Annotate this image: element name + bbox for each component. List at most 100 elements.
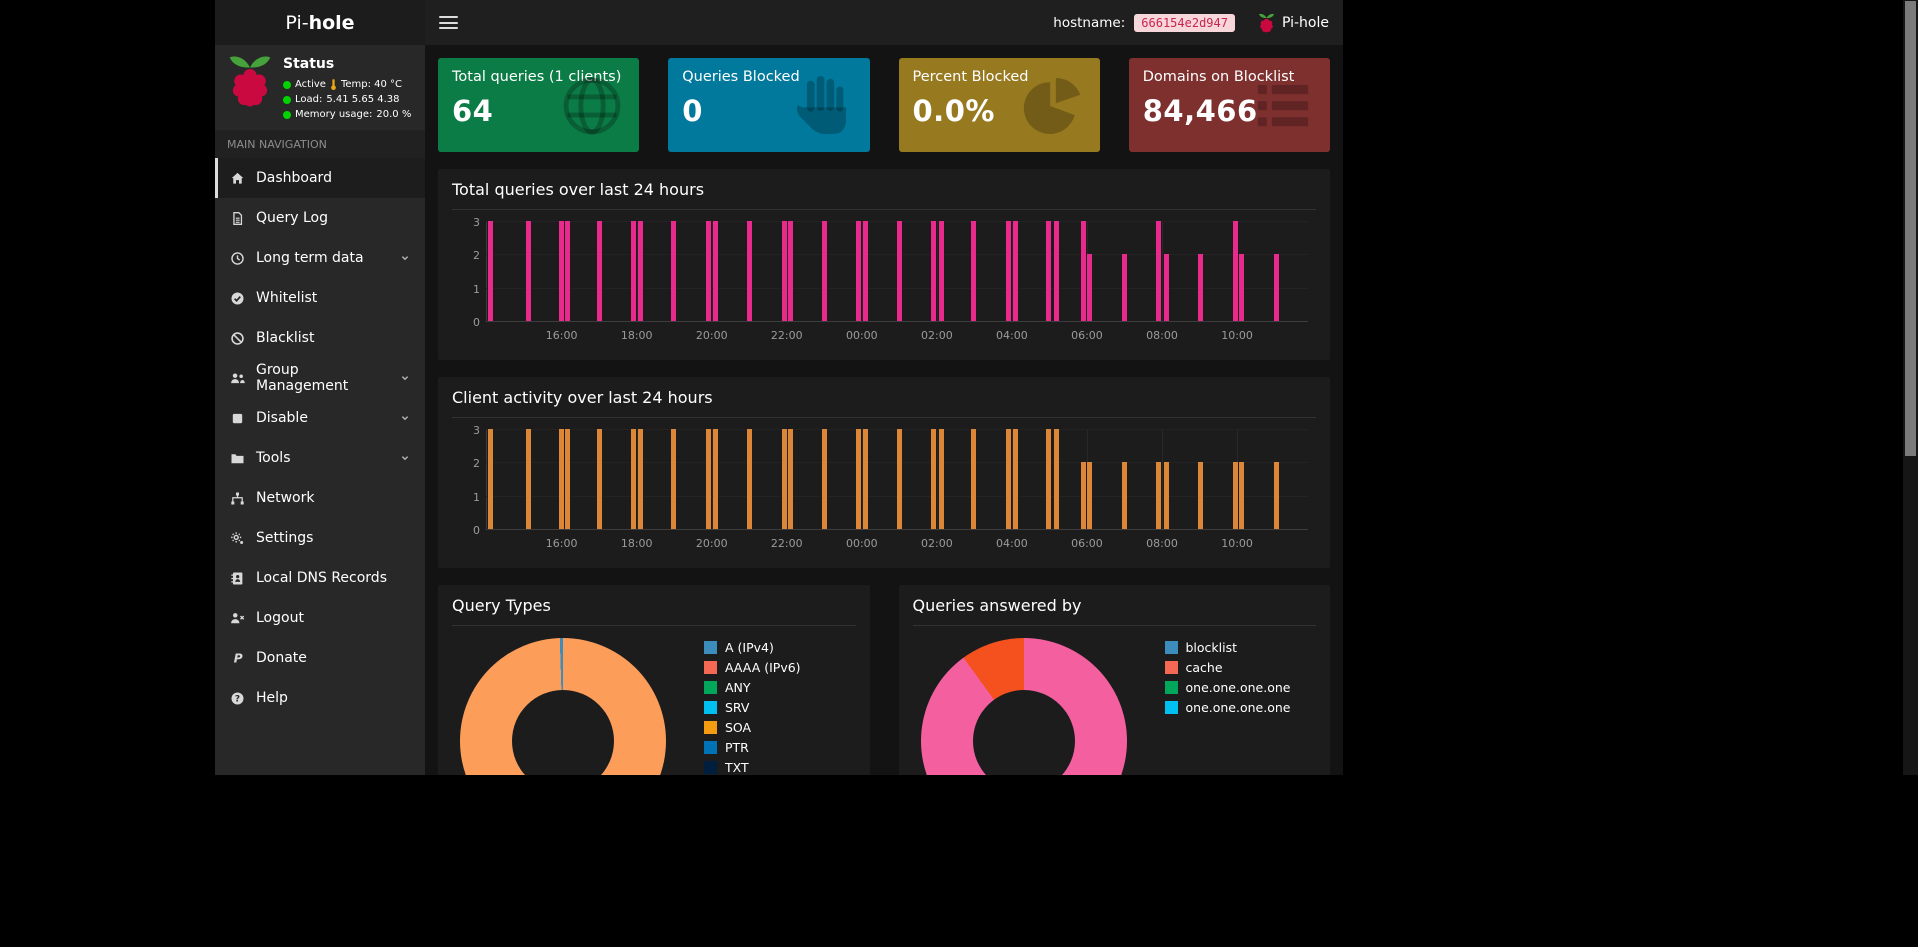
sidebar-item-help[interactable]: ? Help: [215, 678, 425, 718]
y-tick-label: 0: [456, 524, 480, 537]
sidebar-nav: DashboardQuery LogLong term dataWhitelis…: [215, 158, 425, 718]
legend-item-one-one-one-one[interactable]: one.one.one.one: [1165, 700, 1291, 715]
svg-text:P: P: [234, 651, 243, 665]
sidebar-item-label: Local DNS Records: [256, 570, 413, 586]
legend-label: SOA: [725, 720, 751, 735]
sidebar-item-disable[interactable]: Disable: [215, 398, 425, 438]
chevron-down-icon: [396, 372, 413, 384]
bar: [782, 429, 787, 529]
hostname-label: hostname:: [1053, 15, 1125, 31]
legend-label: A (IPv4): [725, 640, 774, 655]
bar: [1164, 462, 1169, 529]
file-icon: [229, 211, 246, 226]
legend-label: cache: [1186, 660, 1223, 675]
sidebar-item-group-management[interactable]: Group Management: [215, 358, 425, 398]
network-icon: [229, 491, 246, 506]
legend-color-swatch: [704, 681, 717, 694]
x-tick-label: 22:00: [771, 329, 803, 342]
sidebar-item-donate[interactable]: PDonate: [215, 638, 425, 678]
sidebar-item-query-log[interactable]: Query Log: [215, 198, 425, 238]
sidebar-toggle-button[interactable]: [439, 16, 458, 29]
paypal-icon: P: [229, 651, 246, 666]
bar: [788, 429, 793, 529]
scrollbar-thumb[interactable]: [1905, 1, 1916, 456]
sidebar-item-long-term-data[interactable]: Long term data: [215, 238, 425, 278]
x-tick-label: 00:00: [846, 329, 878, 342]
legend-item-blocklist[interactable]: blocklist: [1165, 640, 1291, 655]
scrollbar-track[interactable]: [1903, 0, 1918, 775]
bar: [631, 429, 636, 529]
bar: [782, 221, 787, 321]
x-tick-label: 02:00: [921, 537, 953, 550]
legend-item-any[interactable]: ANY: [704, 680, 801, 695]
app-logo[interactable]: Pi-hole: [215, 0, 425, 45]
bar: [597, 429, 602, 529]
bar: [713, 221, 718, 321]
client-activity-chart[interactable]: 012316:0018:0020:0022:0000:0002:0004:000…: [452, 422, 1316, 556]
y-tick-label: 0: [456, 316, 480, 329]
clock-icon: [229, 251, 246, 266]
legend-label: blocklist: [1186, 640, 1238, 655]
sidebar-item-label: Group Management: [256, 362, 386, 394]
legend-item-ptr[interactable]: PTR: [704, 740, 801, 755]
query-types-donut[interactable]: [460, 638, 666, 775]
legend-color-swatch: [1165, 681, 1178, 694]
bar: [1081, 221, 1086, 321]
bar: [1233, 221, 1238, 321]
summary-box-queries-blocked[interactable]: Queries Blocked0: [668, 58, 869, 152]
sidebar-item-tools[interactable]: Tools: [215, 438, 425, 478]
sidebar-item-logout[interactable]: Logout: [215, 598, 425, 638]
summary-box-percent-blocked[interactable]: Percent Blocked0.0%: [899, 58, 1100, 152]
bar: [488, 221, 493, 321]
bar: [1006, 221, 1011, 321]
legend-item-one-one-one-one[interactable]: one.one.one.one: [1165, 680, 1291, 695]
ban-icon: [229, 331, 246, 346]
bar: [939, 221, 944, 321]
bar: [565, 429, 570, 529]
sidebar-item-settings[interactable]: Settings: [215, 518, 425, 558]
legend-item-srv[interactable]: SRV: [704, 700, 801, 715]
sidebar-item-label: Tools: [256, 450, 386, 466]
legend-item-cache[interactable]: cache: [1165, 660, 1291, 675]
legend-label: one.one.one.one: [1186, 680, 1291, 695]
bar: [1054, 221, 1059, 321]
bar: [822, 429, 827, 529]
x-tick-label: 10:00: [1221, 537, 1253, 550]
y-axis-line: [486, 222, 487, 322]
legend-item-a-ipv4[interactable]: A (IPv4): [704, 640, 801, 655]
y-tick-label: 3: [456, 216, 480, 229]
legend-item-txt[interactable]: TXT: [704, 760, 801, 775]
main-content: Total queries (1 clients)64 Queries Block…: [425, 45, 1343, 775]
pihole-brand-link[interactable]: Pi-hole: [1258, 13, 1329, 33]
panel-title: Query Types: [452, 596, 856, 626]
status-label: Load:: [295, 92, 322, 107]
sidebar-item-dashboard[interactable]: Dashboard: [215, 158, 425, 198]
bar: [971, 429, 976, 529]
donut-hole: [512, 690, 614, 775]
x-tick-label: 06:00: [1071, 329, 1103, 342]
gears-icon: [229, 531, 246, 546]
legend-item-soa[interactable]: SOA: [704, 720, 801, 735]
sidebar-item-local-dns-records[interactable]: Local DNS Records: [215, 558, 425, 598]
legend-item-aaaa-ipv6[interactable]: AAAA (IPv6): [704, 660, 801, 675]
svg-text:?: ?: [235, 694, 240, 704]
bar: [788, 221, 793, 321]
status-panel: Status ActiveTemp: 40 °CLoad:5.41 5.65 4…: [215, 45, 425, 130]
sidebar-item-network[interactable]: Network: [215, 478, 425, 518]
queries-answered-donut[interactable]: [921, 638, 1127, 775]
summary-box-total-queries-1-clients[interactable]: Total queries (1 clients)64: [438, 58, 639, 152]
total-queries-chart[interactable]: 012316:0018:0020:0022:0000:0002:0004:000…: [452, 214, 1316, 348]
sidebar-item-label: Help: [256, 690, 413, 706]
bar: [706, 221, 711, 321]
legend-color-swatch: [1165, 661, 1178, 674]
x-tick-label: 16:00: [546, 329, 578, 342]
summary-box-domains-on-blocklist[interactable]: Domains on Blocklist84,466: [1129, 58, 1330, 152]
bar: [1046, 221, 1051, 321]
sidebar: Status ActiveTemp: 40 °CLoad:5.41 5.65 4…: [215, 45, 425, 775]
bar: [863, 221, 868, 321]
sidebar-item-label: Network: [256, 490, 413, 506]
pihole-admin-window: Pi-hole hostname: 666154e2d947 Pi-hole: [215, 0, 1343, 775]
sidebar-item-blacklist[interactable]: Blacklist: [215, 318, 425, 358]
query-types-chart: A (IPv4)AAAA (IPv6)ANYSRVSOAPTRTXTNAPTR: [452, 638, 856, 775]
sidebar-item-whitelist[interactable]: Whitelist: [215, 278, 425, 318]
